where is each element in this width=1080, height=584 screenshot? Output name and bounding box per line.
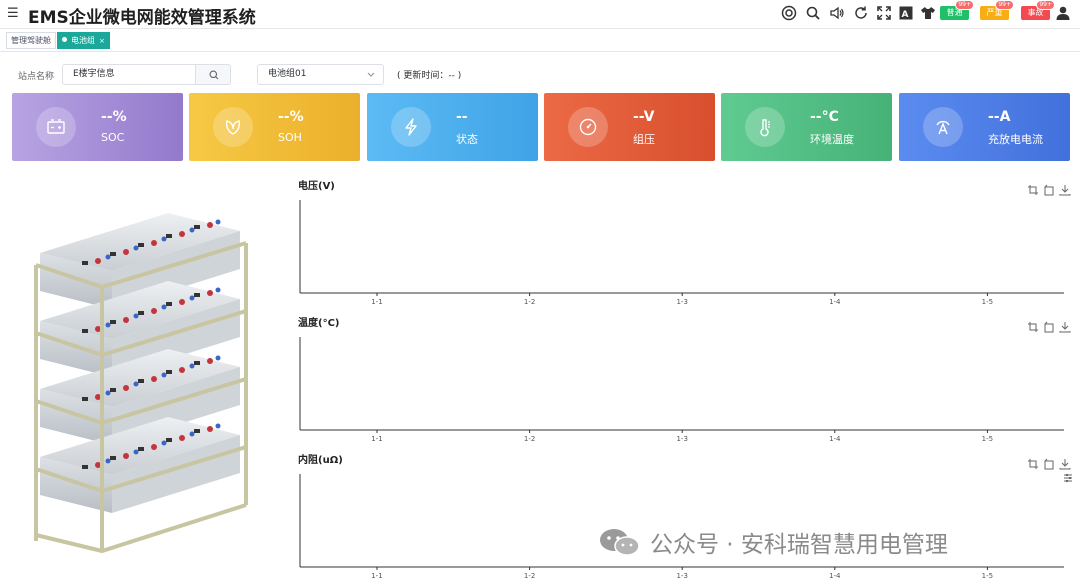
alert-accident-button[interactable]: 事故 99+ [1021,0,1055,20]
tab-cockpit-label: 管理驾驶舱 [11,36,51,45]
x-tick-label: 1-2 [524,572,535,579]
active-dot [62,37,67,42]
soh-label: SOH [278,131,302,144]
soc-value: --% [101,109,127,125]
x-tick-label: 1-4 [829,435,841,442]
app-title: EMS企业微电网能效管理系统 [28,8,256,28]
soc-label: SOC [101,131,125,144]
top-bar: ☰ EMS企业微电网能效管理系统 A 普通 99+ 严重 99+ 事故 99+ [0,0,1080,29]
lifebuoy-icon[interactable] [781,5,797,21]
current-value: --A [988,109,1011,125]
alert-normal-button[interactable]: 普通 99+ [940,0,974,20]
x-tick-label: 1-1 [371,298,382,305]
chart-plot: 1-1 1-2 1-3 1-4 1-5 [299,337,1064,442]
thermometer-icon [760,119,770,137]
font-size-icon[interactable]: A [898,5,914,21]
x-tick-label: 1-3 [676,435,687,442]
search-icon[interactable] [805,5,821,21]
battery-rack-illustration [34,213,248,554]
x-tick-label: 1-4 [829,572,841,579]
tab-battery-group-label: 电池组 [71,36,95,45]
x-tick-label: 1-3 [676,572,687,579]
user-icon[interactable] [1055,5,1071,21]
volume-icon[interactable] [829,5,845,21]
watermark-text: 公众号 · 安科瑞智慧用电管理 [650,532,948,558]
status-card: -- 状态 [367,93,538,161]
gauge-icon [579,118,597,136]
current-icon [936,120,950,135]
group-voltage-card: --V 组压 [544,93,715,161]
x-tick-label: 1-2 [524,435,535,442]
soh-value: --% [278,109,304,125]
svg-text:A: A [902,10,909,20]
group-voltage-value: --V [633,109,655,125]
status-value: -- [456,109,468,125]
soc-card: --% SOC [12,93,183,161]
current-label: 充放电电流 [988,133,1043,146]
chart-panel: 温度(°C) 1-1 1-2 1-3 1-4 1-5 [298,314,1076,442]
site-search-button[interactable] [195,64,231,85]
alert-normal-badge: 99+ [955,0,974,10]
x-tick-label: 1-5 [982,298,993,305]
update-time: ( 更新时间：-- ) [397,71,462,81]
hamburger-icon[interactable]: ☰ [7,6,19,21]
tab-cockpit[interactable]: 管理驾驶舱 [6,32,56,49]
watermark: 公众号 · 安科瑞智慧用电管理 [598,527,948,558]
current-card: --A 充放电电流 [899,93,1070,161]
close-tab-icon[interactable]: × [99,37,105,45]
chart-plot: 1-1 1-2 1-3 1-4 1-5 [299,200,1064,305]
tags-view-bar: 管理驾驶舱 电池组 × [0,29,1080,52]
x-tick-label: 1-5 [982,435,993,442]
battery-group-select[interactable]: 电池组01 [257,64,384,85]
alert-severe-badge: 99+ [995,0,1014,10]
x-tick-label: 1-5 [982,572,993,579]
soh-card: --% SOH [189,93,360,161]
chart-plot: 1-1 1-2 1-3 1-4 1-5 [299,474,1064,579]
tshirt-icon[interactable] [920,5,936,21]
settings-sliders-icon[interactable] [1063,473,1073,483]
x-tick-label: 1-2 [524,298,535,305]
ambient-temperature-card: --°C 环境温度 [721,93,892,161]
chart-panel: 内阻(uΩ) 1-1 1-2 1-3 1-4 1-5 [298,451,1076,579]
group-voltage-label: 组压 [633,133,655,146]
ambient-temperature-label: 环境温度 [810,133,854,146]
status-label: 状态 [456,133,478,146]
leaf-icon [225,120,241,135]
wechat-icon [600,529,640,556]
x-tick-label: 1-4 [829,298,841,305]
ambient-temperature-value: --°C [810,109,839,125]
x-tick-label: 1-3 [676,298,687,305]
tab-battery-group[interactable]: 电池组 × [57,32,110,49]
search-icon [209,70,219,80]
lightning-icon [405,118,417,136]
chart-panel: 电压(V) 1-1 1-2 1-3 1-4 1-5 [298,177,1076,305]
battery-icon [47,119,65,134]
alert-accident-badge: 99+ [1036,0,1055,10]
site-name-label: 站点名称 [18,72,55,82]
fullscreen-icon[interactable] [876,5,892,21]
alert-severe-button[interactable]: 严重 99+ [980,0,1014,20]
refresh-icon[interactable] [853,5,869,21]
x-tick-label: 1-1 [371,435,382,442]
x-tick-label: 1-1 [371,572,382,579]
site-name-input[interactable]: E楼宇信息 [62,64,196,85]
chevron-down-icon [367,72,375,77]
battery-group-value: 电池组01 [268,69,307,79]
